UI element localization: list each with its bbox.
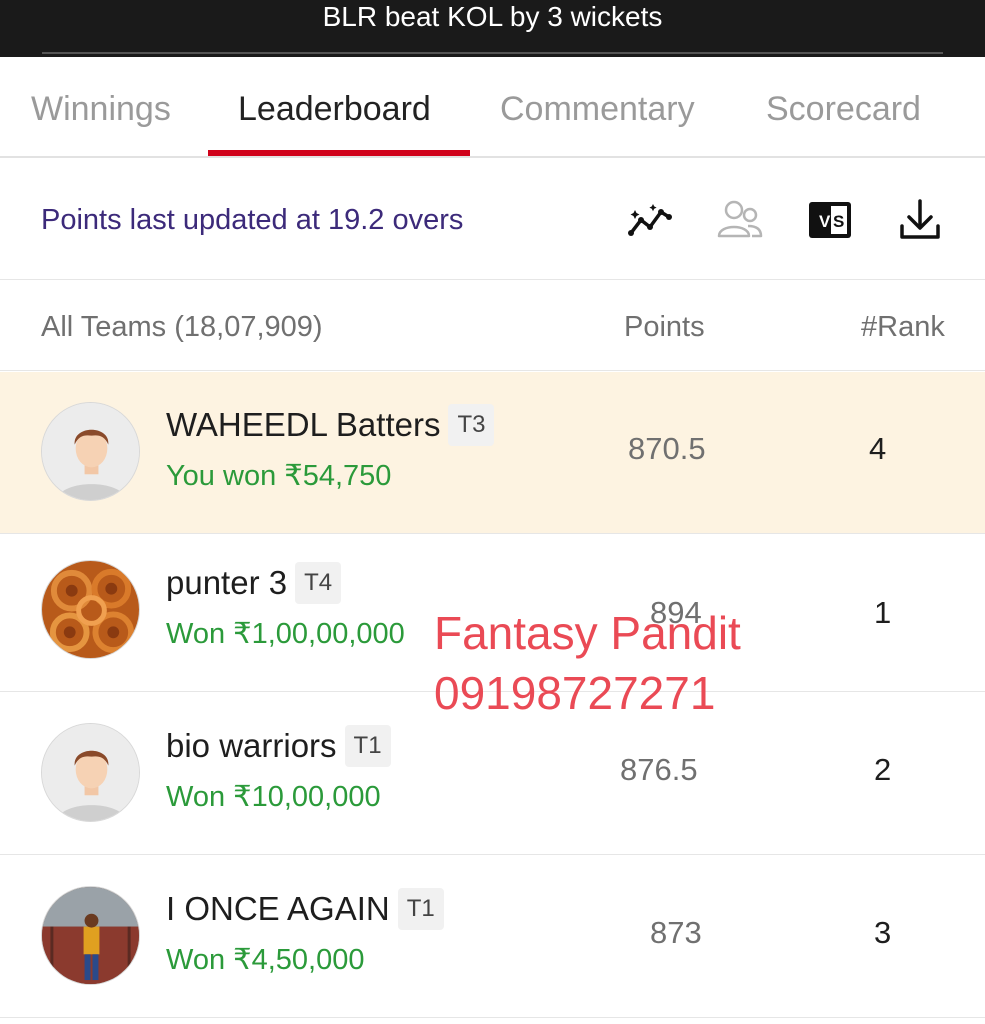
team-name: bio warriors (166, 727, 337, 764)
tab-bar: Winnings Leaderboard Commentary Scorecar… (0, 57, 985, 158)
team-name-line: punter 3 T4 (166, 560, 342, 608)
team-tag: T4 (295, 562, 342, 604)
team-name-line: bio warriors T1 (166, 723, 391, 771)
team-rank: 1 (874, 595, 892, 630)
tab-leaderboard[interactable]: Leaderboard (238, 87, 431, 131)
team-rank: 4 (869, 431, 887, 466)
points-update-row: Points last updated at 19.2 overs V S (0, 160, 985, 280)
team-row[interactable]: punter 3 T4 Won ₹1,00,00,000 894 1 (0, 530, 985, 692)
active-tab-indicator (208, 150, 470, 156)
team-row[interactable]: WAHEEDL Batters T3 You won ₹54,750 870.5 … (0, 372, 985, 534)
food-photo-avatar (41, 560, 140, 659)
winnings-text: You won ₹54,750 (166, 460, 392, 492)
team-points: 876.5 (620, 752, 698, 787)
points-updated-text: Points last updated at 19.2 overs (41, 204, 464, 236)
team-points: 894 (650, 595, 702, 630)
winnings-text: Won ₹4,50,000 (166, 944, 365, 976)
tab-scorecard[interactable]: Scorecard (766, 87, 921, 131)
svg-text:V: V (819, 212, 831, 231)
team-rank: 2 (874, 752, 892, 787)
leaderboard-screen: BLR beat KOL by 3 wickets Winnings Leade… (0, 0, 985, 1024)
team-tag: T1 (344, 725, 391, 767)
divider (42, 52, 943, 54)
team-row[interactable]: I ONCE AGAIN T1 Won ₹4,50,000 873 3 (0, 856, 985, 1018)
team-points: 870.5 (628, 431, 706, 466)
winnings-text: Won ₹1,00,00,000 (166, 618, 405, 650)
all-teams-count: All Teams (18,07,909) (41, 311, 323, 343)
default-avatar-icon (41, 723, 140, 822)
tab-commentary[interactable]: Commentary (500, 87, 695, 131)
versus-icon[interactable]: V S (806, 196, 854, 244)
team-name-line: I ONCE AGAIN T1 (166, 886, 444, 934)
download-icon[interactable] (896, 196, 944, 244)
compare-users-icon[interactable] (716, 196, 764, 244)
stats-graph-icon[interactable] (626, 196, 674, 244)
team-row[interactable]: bio warriors T1 Won ₹10,00,000 876.5 2 (0, 693, 985, 855)
points-column-header: Points (624, 311, 705, 343)
leaderboard-header: All Teams (18,07,909) Points #Rank (0, 281, 985, 371)
team-tag: T1 (397, 888, 444, 930)
svg-text:S: S (833, 212, 844, 231)
match-result-text: BLR beat KOL by 3 wickets (322, 1, 663, 32)
match-result-bar: BLR beat KOL by 3 wickets (0, 0, 985, 57)
team-name: I ONCE AGAIN (166, 890, 390, 927)
tab-winnings[interactable]: Winnings (31, 87, 171, 131)
winnings-text: Won ₹10,00,000 (166, 781, 381, 813)
default-avatar-icon (41, 402, 140, 501)
team-name: punter 3 (166, 564, 288, 601)
team-points: 873 (650, 915, 702, 950)
team-tag: T3 (448, 404, 495, 446)
team-rank: 3 (874, 915, 892, 950)
person-photo-avatar (41, 886, 140, 985)
team-name-line: WAHEEDL Batters T3 (166, 402, 495, 450)
rank-column-header: #Rank (861, 311, 945, 343)
team-name: WAHEEDL Batters (166, 406, 441, 443)
